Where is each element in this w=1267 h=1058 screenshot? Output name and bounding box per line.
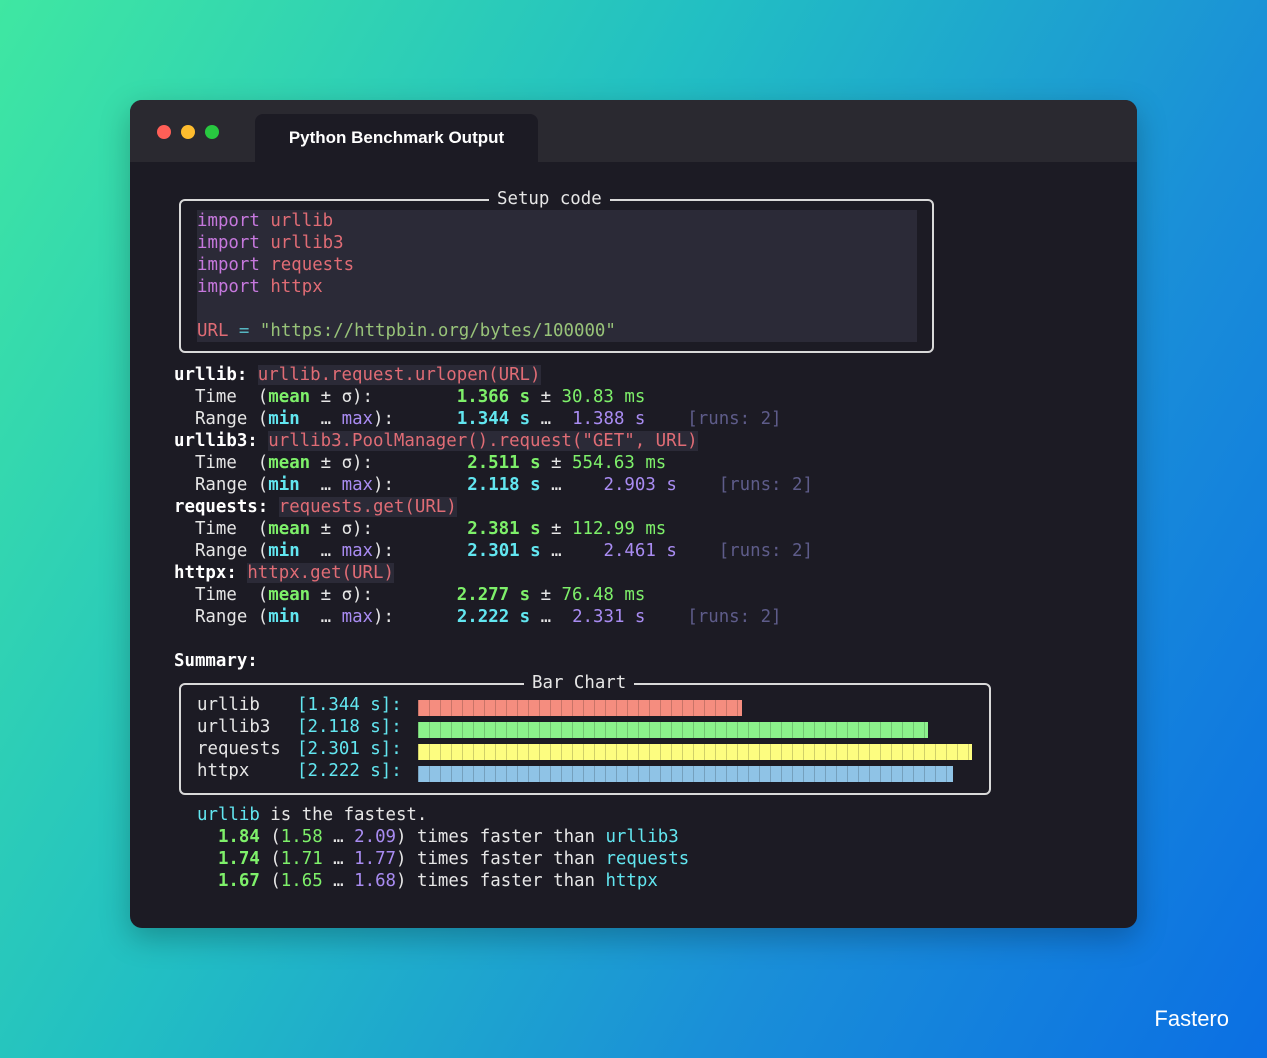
range-line-urllib3: Range (min … max): 2.118 s … 2.903 s [ru… [194, 475, 813, 495]
range-line-httpx: Range (min … max): 2.222 s … 2.331 s [ru… [194, 607, 782, 627]
setup-code-title: Setup code [489, 188, 610, 210]
benchmark-command: requests.get(URL) [278, 497, 457, 517]
comparison-line-urllib3: 1.84 (1.58 … 2.09) times faster than url… [217, 827, 679, 847]
fastero-logo: Fastero [1154, 1006, 1229, 1031]
url-assignment-line: URL = "https://httpbin.org/bytes/100000" [197, 321, 616, 341]
bar-value-label-httpx: [2.222 s]: [297, 761, 402, 781]
bar-label-urllib: urllib [197, 695, 260, 715]
benchmark-name: httpx [174, 563, 227, 583]
terminal-window: Python Benchmark Output Setup code impor… [130, 100, 1137, 928]
bar-chart-title: Bar Chart [524, 672, 635, 694]
import-line-3: import requests [197, 255, 355, 275]
comparison-line-requests: 1.74 (1.71 … 1.77) times faster than req… [217, 849, 690, 869]
bar-value-label-requests: [2.301 s]: [297, 739, 402, 759]
bar-urllib3 [418, 722, 928, 738]
bar-label-urllib3: urllib3 [197, 717, 271, 737]
bar-httpx [418, 766, 953, 782]
bar-label-httpx: httpx [197, 761, 250, 781]
benchmark-name: requests [174, 497, 258, 517]
benchmark-header-httpx: httpx: httpx.get(URL) [174, 563, 394, 583]
benchmark-name: urllib [174, 365, 237, 385]
import-line-2: import urllib3 [197, 233, 344, 253]
benchmark-command: urllib.request.urlopen(URL) [257, 365, 541, 385]
import-line-4: import httpx [197, 277, 323, 297]
bar-urllib [418, 700, 742, 716]
benchmark-command: urllib3.PoolManager().request("GET", URL… [268, 431, 698, 451]
summary-heading: Summary: [174, 651, 258, 671]
benchmark-header-urllib3: urllib3: urllib3.PoolManager().request("… [174, 431, 698, 451]
tab-python-benchmark-output[interactable]: Python Benchmark Output [255, 114, 538, 162]
maximize-window-icon[interactable] [205, 125, 219, 139]
bar-label-requests: requests [197, 739, 281, 759]
time-line-httpx: Time (mean ± σ): 2.277 s ± 76.48 ms [194, 585, 646, 605]
bar-value-label-urllib3: [2.118 s]: [297, 717, 402, 737]
time-line-requests: Time (mean ± σ): 2.381 s ± 112.99 ms [194, 519, 667, 539]
range-line-urllib: Range (min … max): 1.344 s … 1.388 s [ru… [194, 409, 782, 429]
title-bar: Python Benchmark Output [130, 100, 1137, 162]
range-line-requests: Range (min … max): 2.301 s … 2.461 s [ru… [194, 541, 813, 561]
tab-label: Python Benchmark Output [288, 128, 505, 147]
fastest-line: urllib is the fastest. [197, 805, 428, 825]
time-line-urllib3: Time (mean ± σ): 2.511 s ± 554.63 ms [194, 453, 667, 473]
time-line-urllib: Time (mean ± σ): 1.366 s ± 30.83 ms [194, 387, 646, 407]
bar-requests [418, 744, 972, 760]
bar-value-label-urllib: [1.344 s]: [297, 695, 402, 715]
benchmark-name: urllib3 [174, 431, 248, 451]
comparison-line-httpx: 1.67 (1.65 … 1.68) times faster than htt… [217, 871, 658, 891]
close-window-icon[interactable] [157, 125, 171, 139]
import-line-1: import urllib [197, 211, 334, 231]
benchmark-header-requests: requests: requests.get(URL) [174, 497, 457, 517]
benchmark-header-urllib: urllib: urllib.request.urlopen(URL) [174, 365, 541, 385]
benchmark-command: httpx.get(URL) [247, 563, 394, 583]
terminal-output: Setup code import urllib import urllib3 … [130, 162, 1137, 928]
minimize-window-icon[interactable] [181, 125, 195, 139]
